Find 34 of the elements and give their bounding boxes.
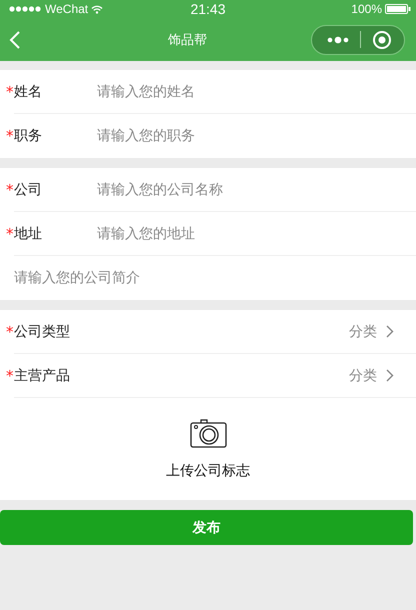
more-icon[interactable] [327, 36, 349, 44]
category-picker[interactable]: 分类 [349, 366, 394, 384]
input-field[interactable]: 请输入您的地址 [97, 226, 387, 242]
upload-label[interactable]: 上传公司标志 [166, 462, 250, 480]
page-title: 饰品帮 [168, 32, 207, 48]
battery-icon [385, 4, 411, 14]
required-mark: * [6, 82, 14, 100]
battery-percent: 100% [351, 2, 382, 16]
wifi-icon [91, 4, 104, 14]
back-icon[interactable] [9, 30, 21, 48]
chevron-right-icon [386, 369, 394, 382]
publish-button[interactable]: 发布 [0, 510, 413, 545]
input-field[interactable]: 请输入您的公司名称 [97, 182, 387, 198]
input-field[interactable]: 请输入您的姓名 [97, 84, 387, 100]
required-mark: * [6, 366, 14, 384]
category-picker[interactable]: 分类 [349, 322, 394, 340]
camera-icon[interactable] [190, 418, 226, 448]
carrier-name: WeChat [45, 2, 88, 16]
clock-time: 21:43 [189, 1, 227, 17]
text-area[interactable]: 请输入您的公司简介 [14, 270, 394, 286]
field-label: 职务 [14, 127, 42, 145]
signal-icon [9, 6, 42, 12]
required-mark: * [6, 127, 14, 145]
field-label: 公司类型 [14, 322, 70, 340]
field-label: 主营产品 [14, 366, 70, 384]
field-label: 地址 [14, 224, 42, 242]
required-mark: * [6, 180, 14, 198]
field-label: 姓名 [14, 82, 42, 100]
chevron-right-icon [386, 325, 394, 338]
close-icon[interactable] [372, 30, 392, 50]
input-field[interactable]: 请输入您的职务 [97, 128, 387, 144]
field-label: 公司 [14, 180, 42, 198]
required-mark: * [6, 224, 14, 242]
required-mark: * [6, 322, 14, 340]
